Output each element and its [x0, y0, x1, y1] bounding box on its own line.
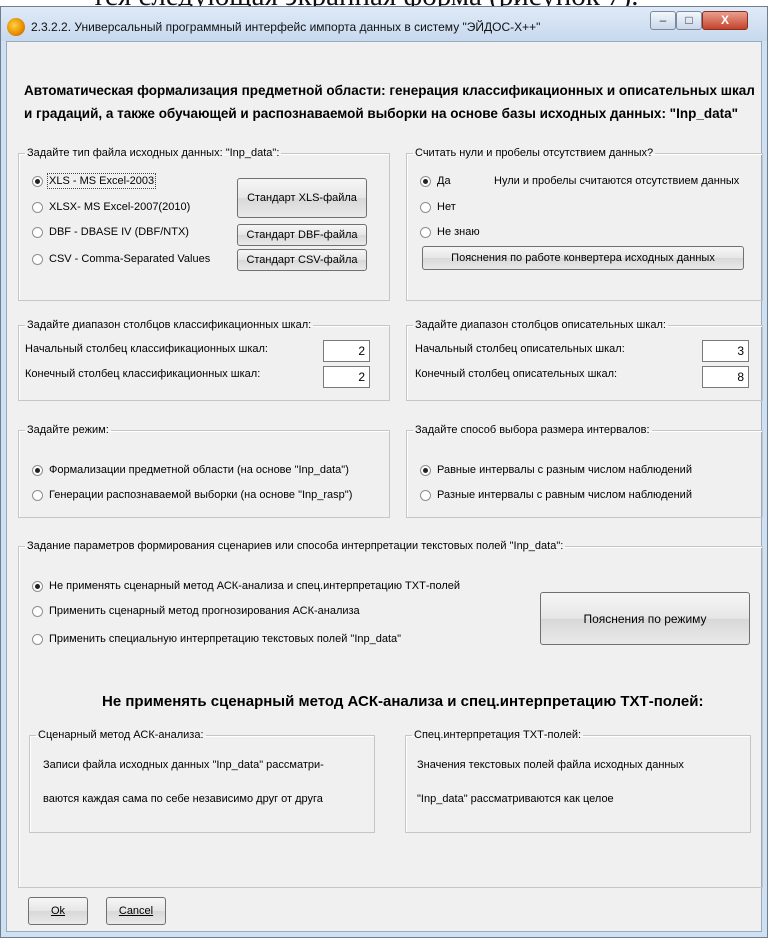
radio-mode-generation[interactable]: Генерации распознаваемой выборки (на осн… — [32, 489, 352, 501]
radio-zeros-no-label: Нет — [437, 201, 456, 213]
dialog-window: 2.3.2.2. Универсальный программный интер… — [0, 6, 768, 938]
radio-scenario-none-label: Не применять сценарный метод АСК-анализа… — [49, 580, 461, 592]
radio-dbf-label: DBF - DBASE IV (DBF/NTX) — [49, 226, 189, 238]
window-title: 2.3.2.2. Универсальный программный интер… — [31, 20, 541, 34]
text-interpretation-line2: "Inp_data" рассматриваются как целое — [417, 793, 614, 805]
filetype-legend: Задайте тип файла исходных данных: "Inp_… — [27, 147, 280, 159]
radio-zeros-no-circle[interactable] — [420, 201, 431, 213]
class-start-label: Начальный столбец классификационных шкал… — [25, 343, 268, 355]
text-interpretation-legend: Спец.интерпретация ТХТ-полей: — [414, 729, 582, 741]
radio-zeros-unknown-label: Не знаю — [437, 226, 480, 238]
app-icon — [7, 18, 25, 36]
radio-scenario-forecast-label: Применить сценарный метод прогнозировани… — [49, 605, 360, 617]
class-end-input[interactable]: 2 — [323, 366, 370, 388]
scenario-method-box: Сценарный метод АСК-анализа: — [29, 729, 375, 833]
radio-mode-formalization-circle[interactable] — [32, 464, 43, 476]
radio-zeros-yes[interactable]: Да — [420, 175, 451, 187]
radio-mode-generation-circle[interactable] — [32, 489, 43, 501]
class-start-input[interactable]: 2 — [323, 340, 370, 362]
text-interpretation-line1: Значения текстовых полей файла исходных … — [417, 759, 684, 771]
radio-zeros-yes-circle[interactable] — [420, 175, 431, 187]
radio-xlsx-circle[interactable] — [32, 201, 43, 213]
radio-intervals-different-label: Разные интервалы с равным числом наблюде… — [437, 489, 692, 501]
close-button[interactable]: X — [702, 11, 748, 30]
text-interpretation-box: Спец.интерпретация ТХТ-полей: — [405, 729, 751, 833]
scenario-method-text-line1: Записи файла исходных данных "Inp_data" … — [43, 759, 324, 771]
radio-mode-formalization[interactable]: Формализации предметной области (на осно… — [32, 464, 349, 476]
radio-csv-circle[interactable] — [32, 253, 43, 265]
ok-button-label: Ok — [50, 905, 66, 917]
dbf-standard-button[interactable]: Стандарт DBF-файла — [237, 224, 367, 246]
cancel-button[interactable]: Cancel — [106, 897, 166, 925]
radio-intervals-equal-circle[interactable] — [420, 464, 431, 476]
radio-zeros-unknown-circle[interactable] — [420, 226, 431, 238]
radio-xlsx[interactable]: XLSX- MS Excel-2007(2010) — [32, 201, 190, 213]
zeros-legend: Считать нули и пробелы отсутствием данны… — [415, 147, 654, 159]
desc-start-input[interactable]: 3 — [702, 340, 749, 362]
desc-end-input[interactable]: 8 — [702, 366, 749, 388]
mode-legend: Задайте режим: — [27, 424, 109, 436]
title-bar[interactable]: 2.3.2.2. Универсальный программный интер… — [1, 7, 767, 41]
form-heading-line2: и градаций, а также обучающей и распозна… — [24, 106, 738, 121]
desc-range-legend: Задайте диапазон столбцов описательных ш… — [415, 319, 666, 331]
radio-mode-generation-label: Генерации распознаваемой выборки (на осн… — [49, 489, 353, 501]
zeros-note: Нули и пробелы считаются отсутствием дан… — [494, 175, 740, 187]
scenario-big-heading: Не применять сценарный метод АСК-анализа… — [102, 693, 704, 710]
radio-scenario-forecast-circle[interactable] — [32, 605, 43, 617]
class-range-legend: Задайте диапазон столбцов классификацион… — [27, 319, 312, 331]
radio-dbf-circle[interactable] — [32, 226, 43, 238]
radio-intervals-different-circle[interactable] — [420, 489, 431, 501]
maximize-button[interactable]: □ — [676, 11, 702, 30]
radio-xlsx-label: XLSX- MS Excel-2007(2010) — [49, 201, 191, 213]
scenario-method-legend: Сценарный метод АСК-анализа: — [38, 729, 204, 741]
ok-button[interactable]: Ok — [28, 897, 88, 925]
cancel-button-label: Cancel — [118, 905, 154, 917]
radio-csv[interactable]: CSV - Comma-Separated Values — [32, 253, 210, 265]
intervals-legend: Задайте способ выбора размера интервалов… — [415, 424, 650, 436]
xls-standard-button[interactable]: Стандарт XLS-файла — [237, 178, 367, 218]
radio-zeros-yes-label: Да — [437, 175, 451, 187]
radio-intervals-different[interactable]: Разные интервалы с равным числом наблюде… — [420, 489, 692, 501]
scenario-legend: Задание параметров формирования сценарие… — [27, 540, 564, 552]
radio-xls-circle[interactable] — [32, 175, 43, 187]
radio-intervals-equal-label: Равные интервалы с разным числом наблюде… — [437, 464, 692, 476]
radio-zeros-unknown[interactable]: Не знаю — [420, 226, 480, 238]
radio-xls-label: XLS - MS Excel-2003 — [46, 173, 157, 189]
radio-zeros-no[interactable]: Нет — [420, 201, 456, 213]
csv-standard-button[interactable]: Стандарт CSV-файла — [237, 249, 367, 271]
desc-start-label: Начальный столбец описательных шкал: — [415, 343, 625, 355]
radio-scenario-forecast[interactable]: Применить сценарный метод прогнозировани… — [32, 605, 360, 617]
radio-scenario-text-label: Применить специальную интерпретацию текс… — [49, 633, 402, 645]
class-end-label: Конечный столбец классификационных шкал: — [25, 368, 261, 380]
form-heading-line1: Автоматическая формализация предметной о… — [24, 83, 755, 98]
radio-scenario-text[interactable]: Применить специальную интерпретацию текс… — [32, 633, 401, 645]
converter-help-button[interactable]: Пояснения по работе конвертера исходных … — [422, 246, 744, 270]
dialog-client-area: Автоматическая формализация предметной о… — [6, 41, 763, 932]
radio-dbf[interactable]: DBF - DBASE IV (DBF/NTX) — [32, 226, 189, 238]
mode-help-button[interactable]: Пояснения по режиму — [540, 592, 750, 645]
minimize-button[interactable]: – — [650, 11, 676, 30]
zeros-group: Считать нули и пробелы отсутствием данны… — [406, 147, 763, 301]
scenario-method-text-line2: ваются каждая сама по себе независимо др… — [43, 793, 323, 805]
desc-end-label: Конечный столбец описательных шкал: — [415, 368, 618, 380]
radio-mode-formalization-label: Формализации предметной области (на осно… — [49, 464, 349, 476]
radio-scenario-none[interactable]: Не применять сценарный метод АСК-анализа… — [32, 580, 460, 592]
radio-intervals-equal[interactable]: Равные интервалы с разным числом наблюде… — [420, 464, 692, 476]
radio-scenario-text-circle[interactable] — [32, 633, 43, 645]
radio-xls[interactable]: XLS - MS Excel-2003 — [32, 173, 157, 189]
radio-csv-label: CSV - Comma-Separated Values — [49, 253, 211, 265]
radio-scenario-none-circle[interactable] — [32, 580, 43, 592]
